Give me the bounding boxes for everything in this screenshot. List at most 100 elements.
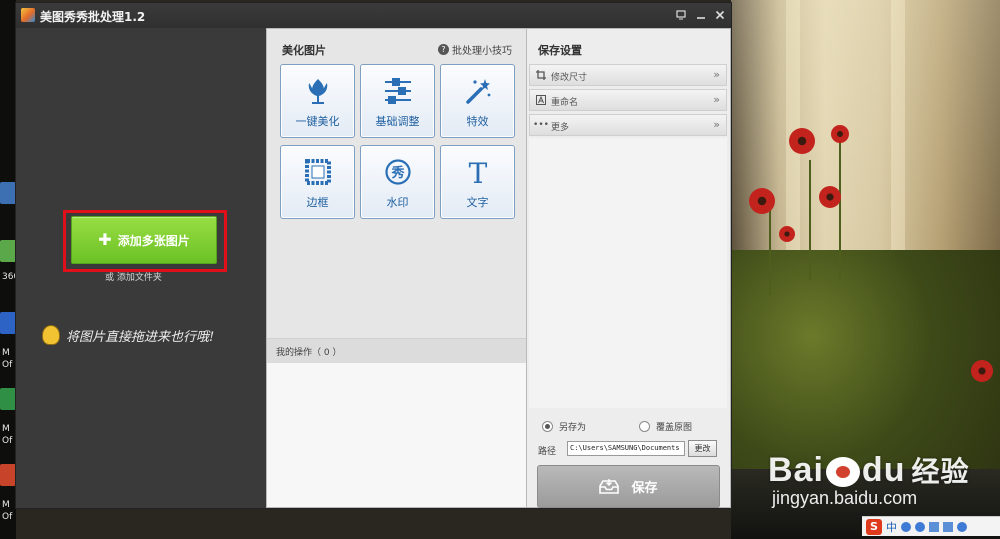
my-operations-label: 我的操作（ 0 ） bbox=[276, 348, 342, 358]
ime-toolbar[interactable]: S 中 bbox=[862, 516, 1000, 536]
desktop-icon-label: M bbox=[2, 424, 10, 434]
batch-processor-window: 美图秀秀批处理1.2 ✚ 添加多张图片 或 添加文件夹 将图片直接拖进来也行哦!… bbox=[16, 3, 731, 508]
section-label: 重命名 bbox=[551, 98, 579, 108]
ime-emoji-icon[interactable] bbox=[915, 521, 925, 532]
wallpaper-wall bbox=[731, 0, 1000, 260]
baidu-paw-icon bbox=[825, 457, 860, 488]
tool-watermark[interactable]: 秀 水印 bbox=[360, 145, 435, 219]
desktop-icon-1[interactable] bbox=[0, 182, 16, 204]
tool-one-click-beautify[interactable]: 一键美化 bbox=[280, 64, 355, 138]
section-more[interactable]: ••• 更多 » bbox=[529, 114, 727, 136]
watermark-icon: 秀 bbox=[361, 156, 434, 188]
sliders-icon bbox=[361, 75, 434, 107]
settings-content-area bbox=[529, 138, 727, 408]
ime-punct-icon[interactable] bbox=[901, 521, 911, 532]
drag-hint-text: 将图片直接拖进来也行哦! bbox=[66, 329, 215, 345]
drag-hint: 将图片直接拖进来也行哦! bbox=[42, 325, 214, 345]
tulip-icon bbox=[281, 75, 354, 107]
change-path-button[interactable]: 更改 bbox=[688, 440, 717, 457]
text-icon: T bbox=[441, 156, 514, 188]
rename-icon bbox=[536, 95, 546, 105]
baidu-logo-tail: du bbox=[861, 451, 906, 489]
red-flower bbox=[749, 188, 775, 214]
red-flower bbox=[779, 226, 795, 242]
save-as-option[interactable]: 另存为 bbox=[542, 420, 586, 433]
app-logo-icon bbox=[21, 8, 35, 22]
save-as-radio[interactable] bbox=[542, 421, 553, 432]
add-folder-link[interactable]: 或 添加文件夹 bbox=[105, 270, 162, 283]
close-icon[interactable] bbox=[711, 6, 729, 24]
desktop-icon-4[interactable] bbox=[0, 388, 16, 410]
red-flower bbox=[971, 360, 993, 382]
overwrite-radio[interactable] bbox=[639, 421, 650, 432]
window-title: 美图秀秀批处理1.2 bbox=[40, 10, 146, 24]
section-rename[interactable]: 重命名 » bbox=[529, 89, 727, 111]
tool-label: 水印 bbox=[386, 196, 409, 209]
image-import-panel: ✚ 添加多张图片 或 添加文件夹 将图片直接拖进来也行哦! bbox=[16, 28, 266, 508]
more-icon: ••• bbox=[533, 120, 549, 130]
chevron-right-icon: » bbox=[713, 68, 720, 81]
tool-label: 特效 bbox=[466, 115, 489, 128]
crop-icon bbox=[536, 70, 546, 80]
desktop-icon-5[interactable] bbox=[0, 464, 16, 486]
chevron-right-icon: » bbox=[713, 118, 720, 131]
tool-basic-adjust[interactable]: 基础调整 bbox=[360, 64, 435, 138]
desktop-icon-2[interactable] bbox=[0, 240, 16, 262]
tool-effects[interactable]: 特效 bbox=[440, 64, 515, 138]
desktop-icon-label: Of bbox=[2, 360, 13, 370]
save-tray-icon bbox=[599, 478, 620, 494]
lightbulb-icon bbox=[42, 325, 60, 345]
tool-label: 基础调整 bbox=[375, 115, 420, 128]
overwrite-option[interactable]: 覆盖原图 bbox=[639, 420, 692, 433]
baidu-logo: Bai du 经验 bbox=[768, 450, 969, 490]
beautify-title: 美化图片 bbox=[282, 44, 326, 57]
save-settings-title: 保存设置 bbox=[538, 44, 582, 57]
title-bar[interactable]: 美图秀秀批处理1.2 bbox=[16, 3, 731, 28]
desktop-icon-3[interactable] bbox=[0, 312, 16, 334]
section-label: 修改尺寸 bbox=[551, 73, 588, 83]
my-operations-list bbox=[267, 363, 526, 507]
section-label: 更多 bbox=[551, 123, 570, 133]
ime-settings-icon[interactable] bbox=[957, 521, 967, 532]
baidu-url: jingyan.baidu.com bbox=[772, 488, 918, 508]
my-operations-header: 我的操作（ 0 ） bbox=[267, 338, 526, 364]
path-label: 路径 bbox=[538, 447, 557, 457]
desktop-icon-label: M bbox=[2, 348, 10, 358]
save-as-label: 另存为 bbox=[559, 423, 587, 433]
overwrite-label: 覆盖原图 bbox=[656, 423, 693, 433]
tool-label: 文字 bbox=[466, 196, 489, 209]
flower-stem bbox=[769, 205, 771, 295]
flower-stem bbox=[839, 140, 841, 280]
red-flower bbox=[831, 125, 849, 143]
chevron-right-icon: » bbox=[713, 93, 720, 106]
ime-mode-label[interactable]: 中 bbox=[886, 519, 897, 535]
baidu-logo-text: Bai bbox=[768, 451, 824, 489]
ime-keyboard-icon[interactable] bbox=[929, 521, 939, 532]
red-flower bbox=[789, 128, 815, 154]
ime-skin-icon[interactable] bbox=[943, 521, 953, 532]
save-path-field[interactable]: C:\Users\SAMSUNG\Documents bbox=[567, 441, 685, 456]
save-settings-panel: 保存设置 修改尺寸 » 重命名 » ••• 更多 » 另存为 覆盖原图 路径 C… bbox=[527, 28, 731, 508]
menu-icon[interactable] bbox=[672, 6, 690, 24]
tool-label: 一键美化 bbox=[295, 115, 340, 128]
magic-wand-icon bbox=[441, 75, 514, 107]
tips-link[interactable]: ? 批处理小技巧 bbox=[438, 42, 512, 57]
minimize-icon[interactable] bbox=[692, 6, 710, 24]
add-images-label: 添加多张图片 bbox=[117, 233, 190, 248]
plus-icon: ✚ bbox=[98, 230, 112, 249]
sogou-icon[interactable]: S bbox=[866, 518, 882, 535]
baidu-watermark: Bai du 经验 jingyan.baidu.com bbox=[768, 450, 969, 509]
tips-label: 批处理小技巧 bbox=[452, 46, 512, 57]
watermark-glyph: 秀 bbox=[390, 165, 405, 181]
desktop-icon-label: M bbox=[2, 500, 10, 510]
question-icon: ? bbox=[438, 44, 449, 55]
tool-text[interactable]: T 文字 bbox=[440, 145, 515, 219]
beautify-panel: 美化图片 ? 批处理小技巧 一键美化 基础调整 特效 边框 秀 水印 T 文字 … bbox=[266, 28, 527, 508]
save-button-label: 保存 bbox=[631, 481, 658, 496]
section-resize[interactable]: 修改尺寸 » bbox=[529, 64, 727, 86]
save-button[interactable]: 保存 bbox=[537, 465, 720, 508]
desktop-icon-label: Of bbox=[2, 512, 13, 522]
frame-icon bbox=[281, 156, 354, 188]
add-images-button[interactable]: ✚ 添加多张图片 bbox=[71, 216, 217, 264]
tool-frame[interactable]: 边框 bbox=[280, 145, 355, 219]
